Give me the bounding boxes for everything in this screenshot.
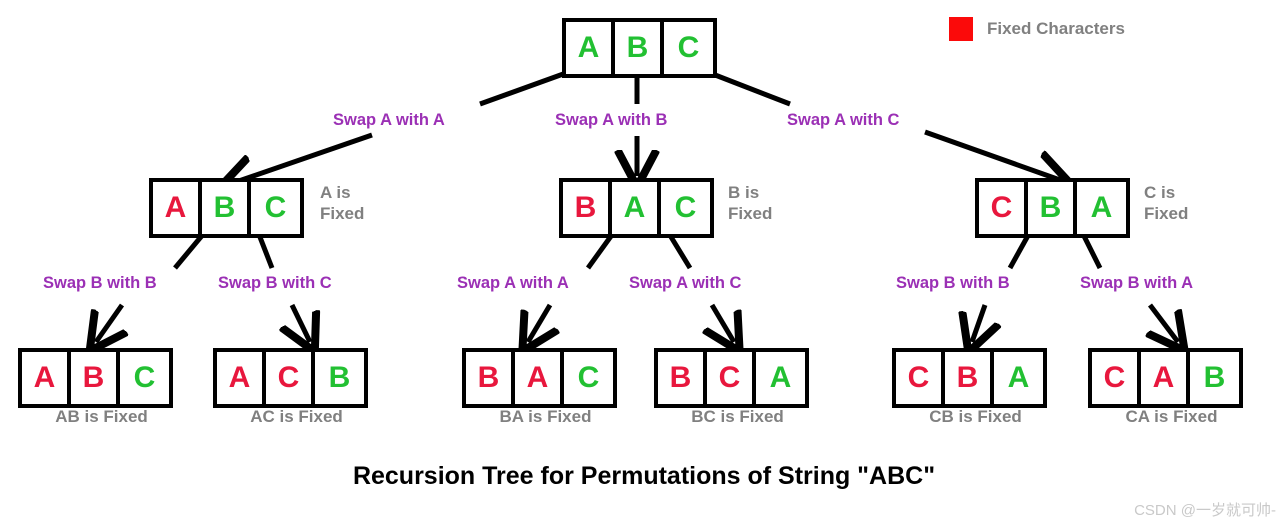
node-cell: A	[153, 182, 202, 234]
node-caption: CA is Fixed	[1125, 407, 1218, 426]
edge-label-swap: Swap B with B	[896, 274, 1010, 292]
node-cell: C	[707, 352, 756, 404]
node-caption: C is Fixed	[1144, 183, 1189, 224]
node-caption: BC is Fixed	[691, 407, 784, 426]
node-cell: A	[217, 352, 266, 404]
legend: Fixed Characters	[949, 17, 1125, 41]
node-ba-fixed: B A C	[462, 348, 617, 408]
diagram-title: Recursion Tree for Permutations of Strin…	[352, 462, 936, 490]
node-cell: C	[1092, 352, 1141, 404]
node-cell: A	[1077, 182, 1126, 234]
edge-label-swap: Swap A with B	[555, 111, 668, 129]
node-cell: B	[71, 352, 120, 404]
node-cell: C	[266, 352, 315, 404]
node-cell: B	[563, 182, 612, 234]
watermark: CSDN @一岁就可帅-	[1134, 502, 1276, 519]
node-cb-fixed: C B A	[892, 348, 1047, 408]
node-caption: BA is Fixed	[499, 407, 592, 426]
legend-label: Fixed Characters	[987, 19, 1125, 38]
node-ac-fixed: A C B	[213, 348, 368, 408]
node-ca-fixed: C A B	[1088, 348, 1243, 408]
node-cell: A	[756, 352, 805, 404]
edge-label-swap: Swap A with C	[629, 274, 742, 292]
edge-label-swap: Swap A with A	[333, 111, 445, 129]
recursion-tree-diagram: Fixed Characters A B C Swap A with A Swa…	[0, 0, 1288, 524]
edge-label-swap: Swap B with A	[1080, 274, 1194, 292]
node-ab-fixed: A B C	[18, 348, 173, 408]
node-cell: C	[661, 182, 710, 234]
edge-label-swap: Swap A with C	[787, 111, 900, 129]
edge-label-swap: Swap B with C	[218, 274, 332, 292]
node-cell: C	[979, 182, 1028, 234]
node-c-fixed: C B A	[975, 178, 1130, 238]
node-cell: C	[120, 352, 169, 404]
node-cell: B	[1190, 352, 1239, 404]
node-cell: B	[466, 352, 515, 404]
node-cell: A	[994, 352, 1043, 404]
edge-label-swap: Swap B with B	[43, 274, 157, 292]
node-caption: A is Fixed	[320, 183, 365, 224]
node-bc-fixed: B C A	[654, 348, 809, 408]
node-cell: B	[1028, 182, 1077, 234]
node-a-fixed: A B C	[149, 178, 304, 238]
node-cell: C	[564, 352, 613, 404]
node-caption: CB is Fixed	[929, 407, 1022, 426]
edge-layer	[0, 70, 1288, 524]
node-cell: A	[22, 352, 71, 404]
node-cell: B	[658, 352, 707, 404]
node-cell: A	[612, 182, 661, 234]
edge-label-swap: Swap A with A	[457, 274, 569, 292]
node-root: A B C	[562, 18, 717, 78]
node-cell: A	[515, 352, 564, 404]
node-cell: B	[615, 22, 664, 74]
node-cell: A	[1141, 352, 1190, 404]
node-cell: A	[566, 22, 615, 74]
node-cell: B	[945, 352, 994, 404]
node-caption: B is Fixed	[728, 183, 773, 224]
node-caption: AC is Fixed	[250, 407, 343, 426]
fixed-characters-swatch-icon	[949, 17, 973, 41]
node-cell: C	[251, 182, 300, 234]
node-cell: C	[896, 352, 945, 404]
node-cell: B	[315, 352, 364, 404]
node-caption: AB is Fixed	[55, 407, 148, 426]
node-cell: B	[202, 182, 251, 234]
node-b-fixed: B A C	[559, 178, 714, 238]
node-cell: C	[664, 22, 713, 74]
